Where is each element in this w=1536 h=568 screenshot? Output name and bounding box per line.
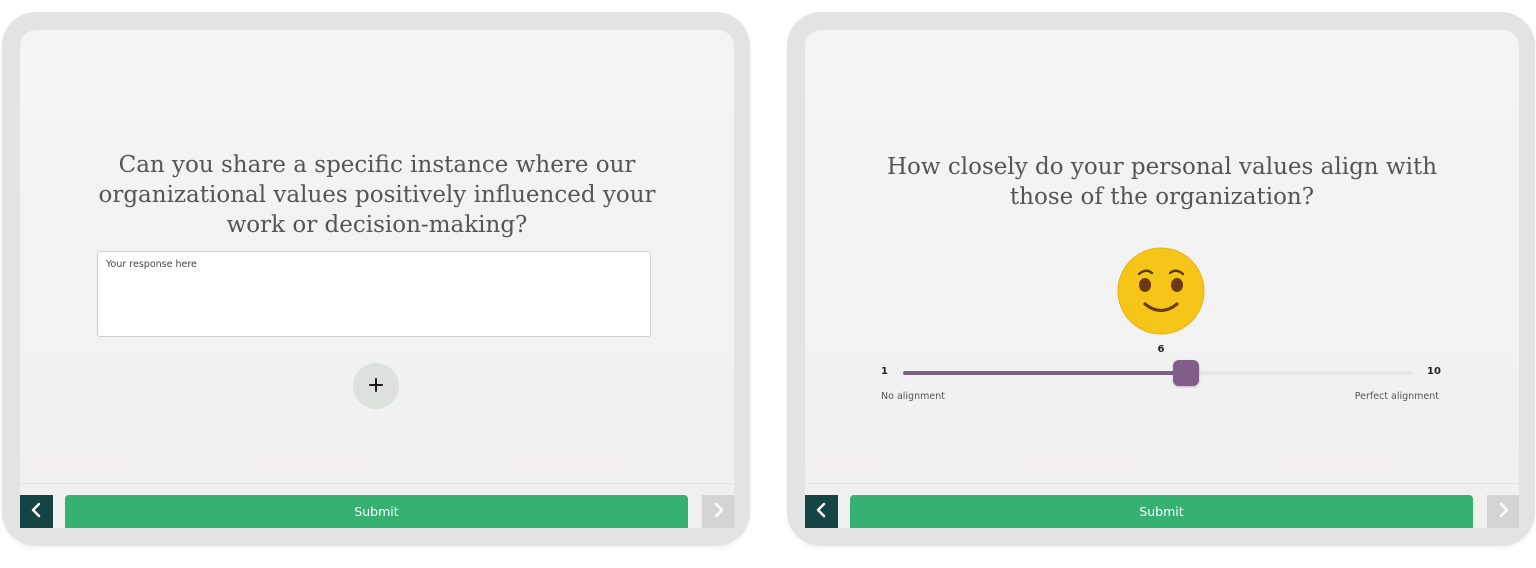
chevron-right-icon [711,502,725,521]
chevron-left-icon [30,502,44,521]
back-button[interactable] [805,495,838,528]
footer-divider [805,483,1519,484]
scale-min-number: 1 [881,366,888,377]
smiling-face-icon [1117,247,1205,335]
question-text: Can you share a specific instance where … [98,152,656,238]
tablet-frame-left: Can you share a specific instance where … [2,12,750,546]
scale-max-number: 10 [1427,366,1441,377]
plus-icon [368,377,384,396]
question-text: How closely do your personal values alig… [886,154,1438,210]
next-button[interactable] [702,495,734,528]
submit-button[interactable]: Submit [850,495,1473,528]
slider-thumb[interactable] [1172,360,1199,386]
slider-track[interactable] [903,371,1412,375]
back-button[interactable] [20,495,53,528]
scale-min-label: No alignment [881,391,945,402]
next-button[interactable] [1487,495,1519,528]
survey-screen-left: Can you share a specific instance where … [20,30,734,528]
survey-screen-right: How closely do your personal values alig… [805,30,1519,528]
tablet-frame-right: How closely do your personal values alig… [787,12,1535,546]
submit-button[interactable]: Submit [65,495,688,528]
add-button[interactable] [353,363,399,409]
chevron-right-icon [1496,502,1510,521]
footer-divider [20,483,734,484]
scale-max-label: Perfect alignment [1354,391,1439,402]
chevron-left-icon [815,502,829,521]
response-textarea[interactable] [97,251,651,337]
slider-value-label: 6 [1157,344,1165,355]
slider-track-fill [903,371,1186,375]
